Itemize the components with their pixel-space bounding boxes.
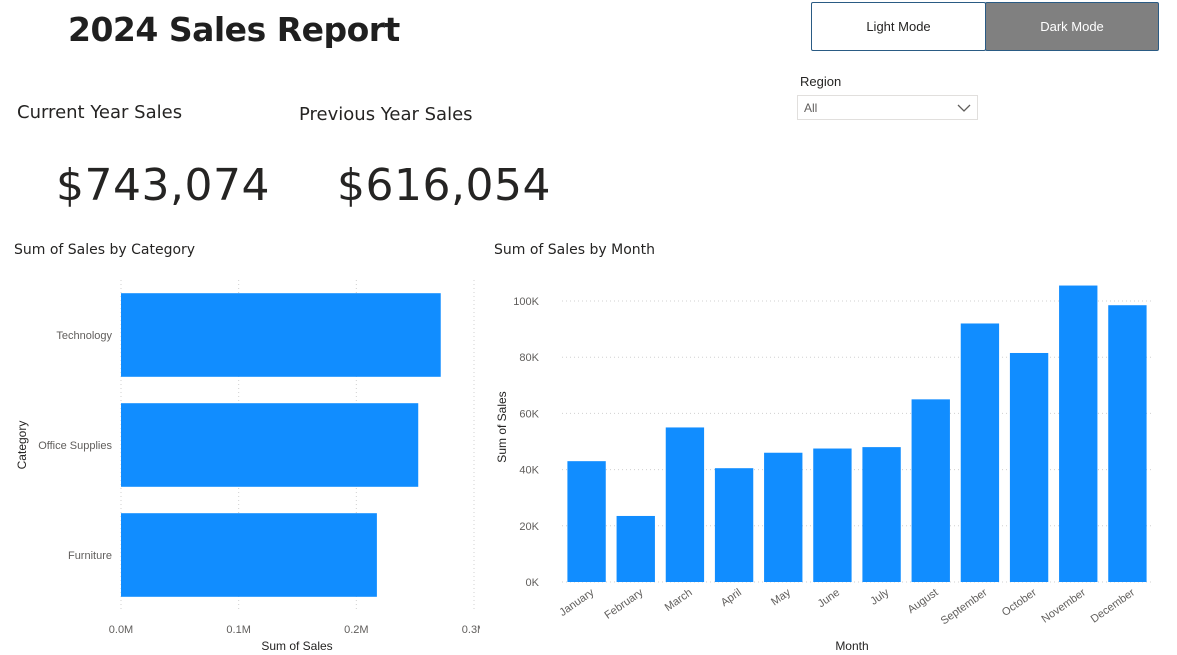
- region-selected-value: All: [804, 100, 818, 115]
- region-dropdown[interactable]: All: [797, 95, 978, 120]
- month-bar[interactable]: [714, 468, 754, 582]
- x-tick-label: June: [816, 587, 842, 611]
- previous-year-sales-label: Previous Year Sales: [299, 104, 473, 125]
- month-bar[interactable]: [567, 461, 606, 582]
- x-tick-label: July: [868, 586, 891, 607]
- report-title: 2024 Sales Report: [68, 10, 400, 49]
- month-bar[interactable]: [616, 515, 655, 582]
- light-mode-button[interactable]: Light Mode: [811, 2, 986, 51]
- x-axis-title: Month: [835, 639, 868, 653]
- y-tick-label: 100K: [513, 296, 539, 308]
- y-tick-label: Furniture: [68, 550, 112, 562]
- y-tick-label: 20K: [519, 521, 539, 533]
- x-tick-label: August: [906, 587, 941, 616]
- y-tick-label: 80K: [519, 352, 539, 364]
- previous-year-sales-value: $616,054: [337, 160, 551, 211]
- x-tick-label: 0.0M: [109, 624, 133, 636]
- y-tick-label: 60K: [519, 408, 539, 420]
- y-tick-label: Office Supplies: [38, 440, 112, 452]
- x-tick-label: 0.1M: [226, 624, 250, 636]
- y-tick-label: 0K: [526, 577, 540, 589]
- month-bar[interactable]: [764, 452, 803, 582]
- x-tick-label: 0.3M: [462, 624, 480, 636]
- month-bar-chart: 0K 20K 40K 60K 80K 100K January February March Ap…: [495, 285, 1152, 653]
- region-slicer-title: Region: [800, 74, 842, 89]
- month-bar[interactable]: [665, 427, 705, 582]
- category-bar[interactable]: [121, 513, 377, 597]
- x-axis-title: Sum of Sales: [261, 639, 332, 653]
- category-bar-chart: 0.0M 0.1M 0.2M 0.3M Technology Office Supplie…: [15, 280, 480, 653]
- x-tick-label: 0.2M: [344, 624, 368, 636]
- month-bar[interactable]: [862, 447, 901, 582]
- x-tick-label: April: [719, 587, 744, 609]
- month-bar[interactable]: [1009, 352, 1049, 582]
- x-tick-label: September: [939, 586, 990, 627]
- x-tick-label: February: [603, 586, 646, 621]
- x-tick-label: January: [557, 586, 596, 619]
- month-bar[interactable]: [960, 323, 1000, 582]
- month-bar[interactable]: [1108, 305, 1147, 582]
- month-bar[interactable]: [1059, 285, 1098, 582]
- x-tick-label: March: [663, 587, 695, 614]
- month-bar[interactable]: [911, 399, 950, 582]
- y-axis-title: Sum of Sales: [495, 391, 509, 462]
- current-year-sales-label: Current Year Sales: [17, 102, 183, 123]
- x-tick-label: October: [1000, 586, 1039, 618]
- y-axis-title: Category: [15, 421, 29, 470]
- y-tick-label: 40K: [519, 465, 539, 477]
- current-year-sales-value: $743,074: [56, 160, 270, 211]
- x-tick-label: May: [769, 586, 793, 608]
- month-bar[interactable]: [813, 448, 852, 582]
- dark-mode-button[interactable]: Dark Mode: [985, 2, 1159, 51]
- category-bar[interactable]: [121, 403, 419, 487]
- y-tick-label: Technology: [56, 330, 112, 342]
- x-tick-label: November: [1040, 586, 1089, 625]
- x-tick-label: December: [1089, 586, 1138, 625]
- chevron-down-icon[interactable]: [957, 98, 971, 117]
- category-bar[interactable]: [121, 293, 441, 377]
